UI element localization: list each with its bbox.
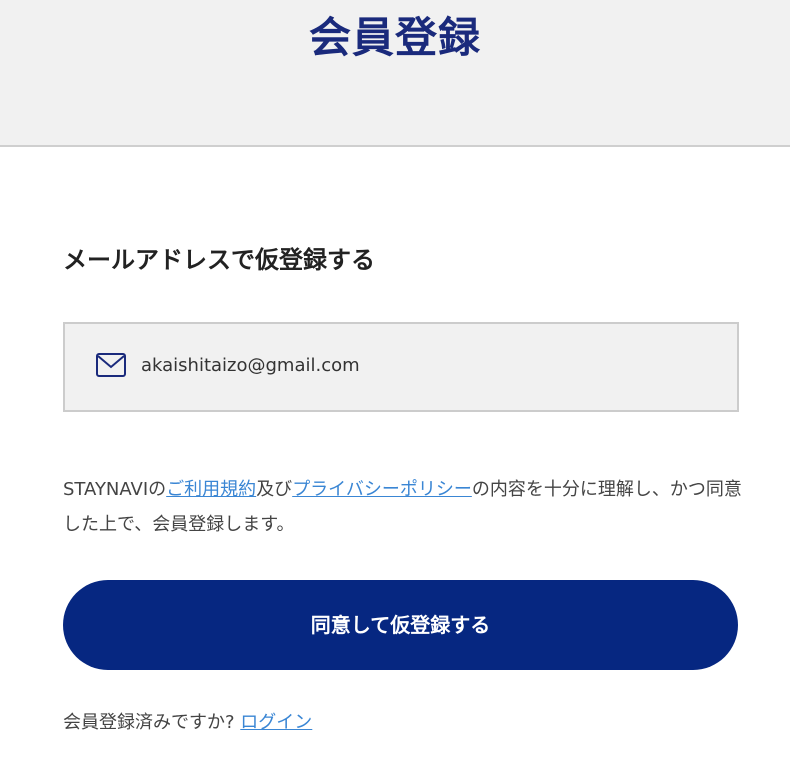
- mail-icon: [96, 353, 126, 377]
- already-registered-text: 会員登録済みですか?: [63, 712, 241, 733]
- privacy-policy-link[interactable]: プライバシーポリシー: [292, 479, 472, 500]
- email-value: akaishitaizo@gmail.com: [141, 355, 360, 376]
- page-title: 会員登録: [308, 13, 481, 62]
- terms-connector: 及び: [256, 479, 293, 500]
- login-link[interactable]: ログイン: [240, 712, 312, 733]
- email-field[interactable]: akaishitaizo@gmail.com: [63, 322, 739, 412]
- terms-prefix: STAYNAVIの: [63, 479, 167, 500]
- login-prompt: 会員登録済みですか? ログイン: [63, 710, 312, 736]
- page-header: 会員登録: [0, 0, 790, 147]
- terms-of-use-link[interactable]: ご利用規約: [166, 479, 256, 500]
- section-heading: メールアドレスで仮登録する: [63, 246, 375, 274]
- agree-register-button[interactable]: 同意して仮登録する: [63, 580, 738, 670]
- terms-text: STAYNAVIのご利用規約及びプライバシーポリシーの内容を十分に理解し、かつ同…: [63, 472, 743, 542]
